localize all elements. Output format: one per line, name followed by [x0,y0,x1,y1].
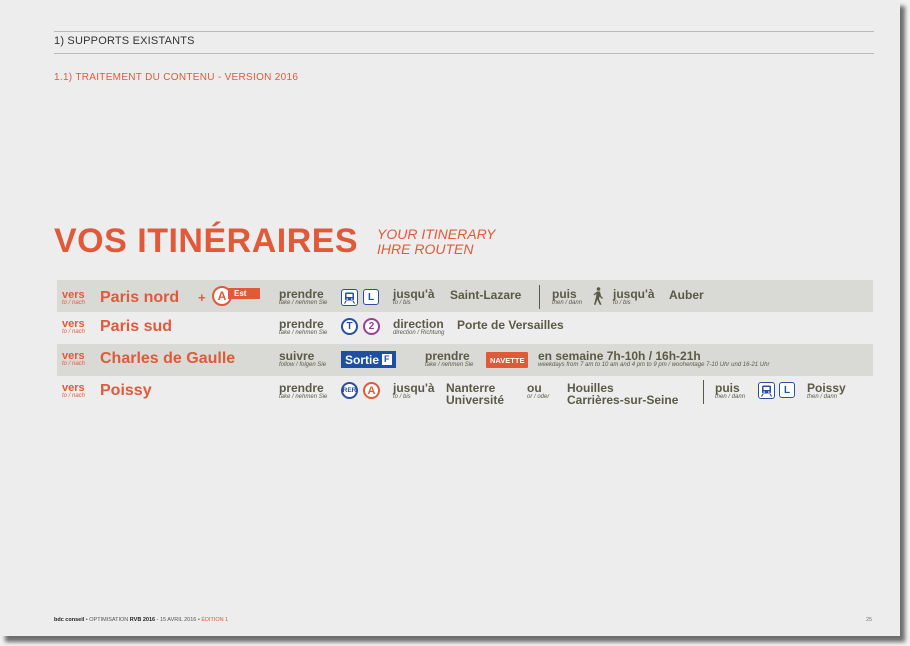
page-title: VOS ITINÉRAIRES [54,222,359,260]
exit-letter: F [382,354,392,365]
stop-saint-lazare: Saint-Lazare [450,288,522,302]
section-rule [54,53,874,54]
pedestrian-glyph-icon [593,287,603,305]
title-english: YOUR ITINERARY [377,226,496,242]
prendre-label: prendre take / nehmen Sie [425,349,474,368]
train-glyph-icon [761,385,772,397]
rer-icon: RER [341,382,358,399]
document-page: 1) SUPPORTS EXISTANTS 1.1) TRAITEMENT DU… [0,0,900,636]
train-icon [341,289,358,306]
direction-label: direction direction / Richtung [393,317,445,336]
prendre-label: prendre take / nehmen Sie [279,287,328,306]
page-number: 25 [866,617,873,623]
final-stop: Poissy then / dann [807,381,846,400]
vers-label: vers to / nach [62,382,86,400]
title-translations: YOUR ITINERARY IHRE ROUTEN [377,227,496,257]
itinerary-table: vers to / nach Paris nord + A Est prendr… [57,280,873,410]
destination: Paris sud [100,318,173,335]
destination: Poissy [100,382,152,399]
est-tag: Est [228,288,260,299]
separator [539,285,540,309]
separator [703,380,704,404]
rer-a-icon: A [363,382,380,399]
itinerary-row-paris-nord: vers to / nach Paris nord + A Est prendr… [57,280,873,312]
prendre-label: prendre take / nehmen Sie [279,317,328,336]
vers-label: vers to / nach [62,350,86,368]
line-l-icon: L [779,382,795,398]
itinerary-row-charles-de-gaulle: vers to / nach Charles de Gaulle suivre … [57,344,873,376]
suivre-label: suivre follow / folgen Sie [279,349,327,368]
plus-sign: + [198,290,206,305]
train-icon [758,382,775,399]
tram-line-2-icon: 2 [363,318,380,335]
puis-label: puis then / dann [715,381,746,400]
itinerary-row-poissy: vers to / nach Poissy prendre take / neh… [57,376,873,410]
stop-nanterre-universite: Nanterre Université [446,381,505,407]
destination: Paris nord [100,289,180,306]
title-german: IHRE ROUTEN [377,241,474,257]
stop-auber: Auber [669,288,704,302]
rer-a-est-badge: A Est [212,285,262,307]
puis-label: puis then / dann [552,287,583,306]
vers-label: vers to / nach [62,318,86,336]
destination: Charles de Gaulle [100,350,236,367]
navette-badge: NAVETTE [486,352,529,368]
walking-icon [592,287,604,310]
line-l-icon: L [363,289,379,305]
vers-label: vers to / nach [62,289,86,307]
ou-label: ou or / oder [527,381,550,400]
train-glyph-icon [344,292,355,304]
top-rule [54,31,874,32]
sortie-sign: Sortie F [341,351,396,368]
footer: bdc conseil • OPTIMISATION RVB 2016 - 15… [54,617,229,623]
prendre-label: prendre take / nehmen Sie [279,381,328,400]
itinerary-row-paris-sud: vers to / nach Paris sud prendre take / … [57,312,873,344]
jusqua-label-2: jusqu'à to / bis [613,287,655,306]
subsection-heading: 1.1) TRAITEMENT DU CONTENU - VERSION 201… [54,72,299,83]
jusqua-label: jusqu'à to / bis [393,381,435,400]
stop-houilles: Houilles Carrières-sur-Seine [567,381,679,407]
schedule: en semaine 7h-10h / 16h-21h weekdays fro… [538,349,770,368]
section-heading: 1) SUPPORTS EXISTANTS [54,35,195,47]
jusqua-label: jusqu'à to / bis [393,287,435,306]
tram-icon: T [341,318,358,335]
stop-porte-de-versailles: Porte de Versailles [457,318,564,332]
